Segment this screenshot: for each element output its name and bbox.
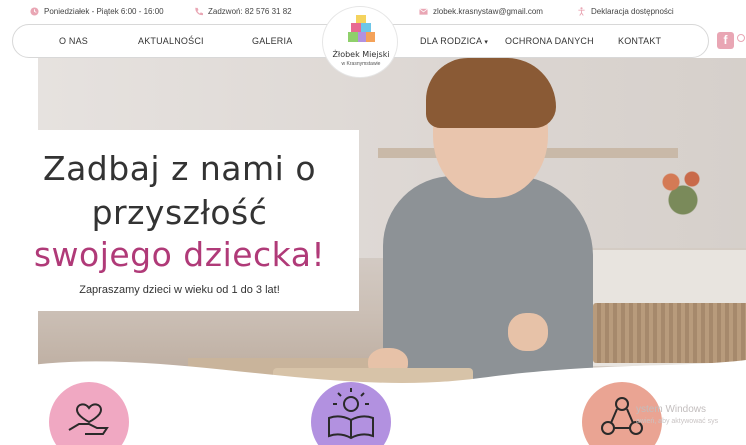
hero-subtitle: Zapraszamy dzieci w wieku od 1 do 3 lat! (79, 284, 280, 296)
email-contact[interactable]: zlobek.krasnystaw@gmail.com (419, 7, 543, 16)
feature-education[interactable] (311, 382, 391, 445)
nav-ochrona-danych[interactable]: OCHRONA DANYCH (505, 36, 594, 46)
logo-subtitle: w Krasnymstawie (341, 61, 381, 67)
nav-dla-rodzica[interactable]: DLA RODZICA ▾ (420, 36, 488, 46)
site-logo[interactable]: Żłobek Miejski w Krasnymstawie (322, 6, 398, 78)
opening-hours: Poniedziałek - Piątek 6:00 - 16:00 (30, 7, 164, 16)
windows-activation-title: ystem Windows (636, 404, 707, 415)
nav-o-nas[interactable]: O NAS (59, 36, 88, 46)
clock-icon (30, 7, 39, 16)
hero-flowers (653, 158, 713, 218)
hero-heading-line1: Zadbaj z nami o (42, 149, 317, 188)
accessibility-link[interactable]: Deklaracja dostępności (577, 7, 674, 16)
mail-icon (419, 7, 428, 16)
book-idea-icon (328, 388, 374, 440)
nav-dla-rodzica-label: DLA RODZICA (420, 36, 482, 46)
hero-child-hair (426, 58, 556, 128)
phone-icon (194, 7, 203, 16)
chevron-down-icon: ▾ (484, 39, 489, 46)
nav-kontakt[interactable]: KONTAKT (618, 36, 661, 46)
facebook-icon[interactable]: f (717, 32, 734, 49)
phone-contact[interactable]: Zadzwoń: 82 576 31 82 (194, 7, 292, 16)
windows-activation-text: awień, aby aktywować sys (636, 418, 719, 425)
opening-hours-text: Poniedziałek - Piątek 6:00 - 16:00 (44, 7, 164, 16)
email-text: zlobek.krasnystaw@gmail.com (433, 7, 543, 16)
heart-hand-icon (68, 403, 109, 435)
nav-aktualnosci[interactable]: AKTUALNOŚCI (138, 36, 204, 46)
feature-care[interactable] (49, 382, 129, 445)
accessibility-text: Deklaracja dostępności (591, 7, 674, 16)
instagram-icon[interactable] (737, 34, 745, 42)
hero-heading-line3: swojego dziecka! (33, 235, 326, 274)
logo-title: Żłobek Miejski (332, 50, 390, 59)
hero-heading-line2: przyszłość (91, 193, 268, 232)
nav-galeria[interactable]: GALERIA (252, 36, 292, 46)
blocks-logo-icon (348, 15, 375, 42)
accessibility-icon (577, 7, 586, 16)
phone-text: Zadzwoń: 82 576 31 82 (208, 7, 292, 16)
